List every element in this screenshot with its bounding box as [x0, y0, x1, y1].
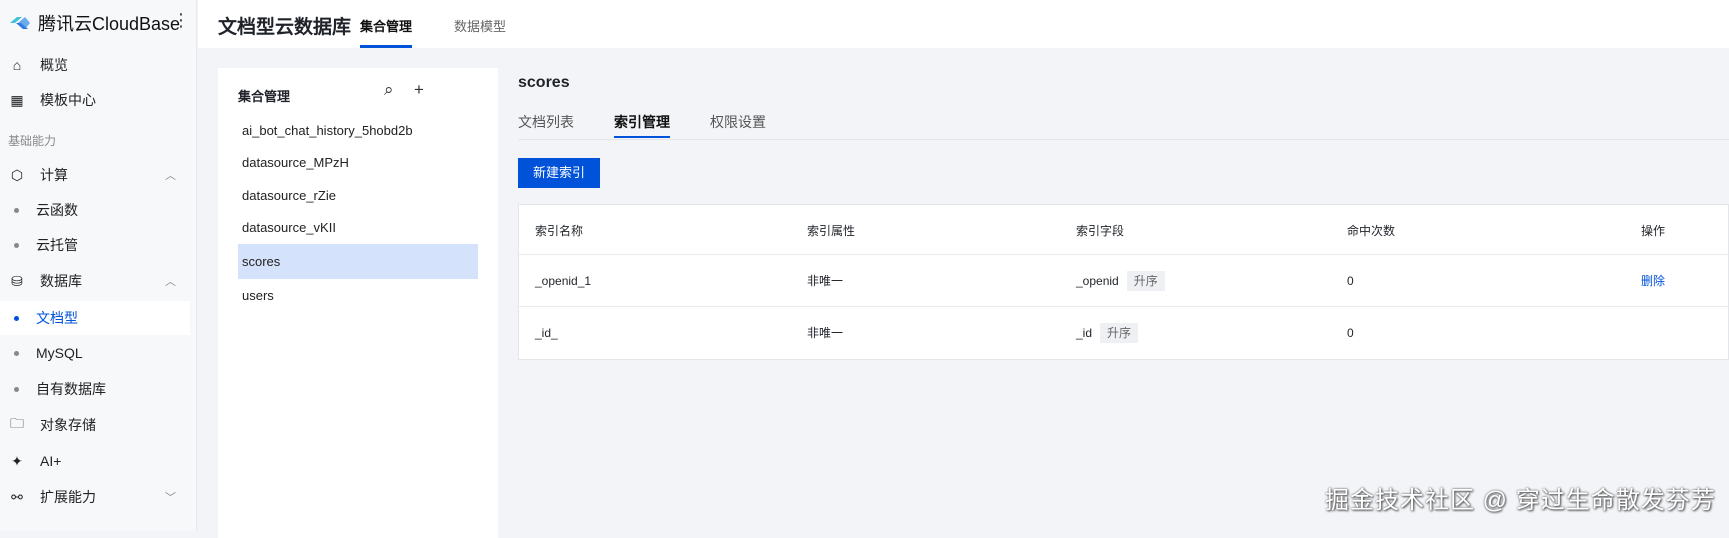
sidebar-item-label: 数据库 — [40, 273, 82, 289]
tab-indexes[interactable]: 索引管理 — [614, 112, 670, 138]
sidebar-item-label: 云托管 — [36, 237, 78, 253]
index-field: _openid 升序 — [1076, 255, 1165, 307]
add-icon[interactable]: + — [414, 80, 424, 100]
order-badge: 升序 — [1100, 323, 1139, 343]
sidebar-item-label: 文档型 — [36, 310, 78, 326]
sidebar-item-extensions[interactable]: ⚯ 扩展能力 ﹀ — [0, 480, 190, 514]
sidebar-item-ai[interactable]: ✦ AI+ — [0, 444, 190, 478]
sidebar-item-label: 计算 — [40, 167, 68, 183]
field-name: _id — [1076, 326, 1093, 340]
index-table: 索引名称 索引属性 索引字段 命中次数 操作 _openid_1 非唯一 _op… — [518, 204, 1729, 360]
collection-item[interactable]: datasource_vKII — [238, 212, 478, 244]
tab-data-model[interactable]: 数据模型 — [454, 16, 506, 35]
watermark: 掘金技术社区 @ 穿过生命散发芬芳 — [1325, 487, 1716, 514]
brand-name: 腾讯云CloudBase — [38, 14, 181, 34]
sidebar-item-label: 模板中心 — [40, 92, 96, 108]
home-icon: ⌂ — [12, 57, 22, 73]
sidebar-item-own-db[interactable]: 自有数据库 — [0, 372, 190, 406]
plug-icon: ⚯ — [11, 488, 23, 505]
search-icon[interactable]: ⌕ — [384, 80, 394, 100]
tab-collections[interactable]: 集合管理 — [360, 16, 413, 48]
tab-documents[interactable]: 文档列表 — [518, 112, 574, 132]
collection-item[interactable]: ai_bot_chat_history_5hobd2b — [238, 115, 478, 147]
sidebar-item-mysql[interactable]: MySQL — [0, 336, 190, 370]
bullet-icon — [14, 242, 19, 248]
sidebar-item-cloudrun[interactable]: 云托管 — [0, 228, 190, 262]
sidebar-item-functions[interactable]: 云函数 — [0, 193, 190, 227]
sidebar-item-label: AI+ — [40, 453, 62, 469]
collection-panel-title: 集合管理 — [238, 89, 291, 104]
column-header: 索引属性 — [807, 224, 856, 238]
collection-item[interactable]: datasource_rZie — [238, 180, 478, 212]
index-name: _id_ — [535, 326, 558, 340]
index-field: _id 升序 — [1076, 307, 1139, 359]
sparkle-icon: ✦ — [11, 452, 23, 469]
sidebar: 腾讯云CloudBase ⋮ ⌂ 概览 ▦ 模板中心 基础能力 ⬡ 计算 ︿ 云函数 云… — [0, 0, 197, 531]
chevron-down-icon: ﹀ — [165, 492, 176, 504]
folder-cloud-icon: 🗀 — [10, 415, 24, 431]
sidebar-item-storage[interactable]: 🗀 对象存储 — [0, 408, 190, 442]
grid-icon: ▦ — [10, 91, 24, 108]
table-row: _openid_1 非唯一 _openid 升序 0 删除 — [519, 255, 1728, 307]
collection-title: scores — [518, 74, 570, 91]
collection-item[interactable]: users — [238, 280, 478, 312]
bullet-icon — [14, 386, 19, 392]
more-icon[interactable]: ⋮ — [172, 10, 190, 31]
compute-icon: ⬡ — [10, 166, 24, 183]
sidebar-item-overview[interactable]: ⌂ 概览 — [0, 48, 190, 82]
index-name: _openid_1 — [535, 274, 592, 288]
sidebar-group-label: 基础能力 — [8, 134, 57, 148]
database-icon: ⛁ — [11, 272, 23, 289]
new-index-button[interactable]: 新建索引 — [518, 158, 600, 188]
sidebar-item-label: 扩展能力 — [40, 489, 96, 505]
detail-tabs: 文档列表 索引管理 权限设置 — [518, 112, 1729, 140]
table-header: 索引名称 索引属性 索引字段 命中次数 操作 — [519, 205, 1728, 255]
sidebar-item-database[interactable]: ⛁ 数据库 ︿ — [0, 264, 190, 298]
field-name: _openid — [1076, 274, 1119, 288]
sidebar-item-label: MySQL — [36, 345, 83, 361]
sidebar-item-label: 概览 — [40, 57, 68, 73]
bullet-icon — [14, 350, 19, 356]
column-header: 索引名称 — [535, 224, 584, 238]
collection-item-selected[interactable]: scores — [238, 244, 478, 279]
top-header: 文档型云数据库 集合管理 数据模型 — [198, 0, 1729, 48]
chevron-up-icon: ︿ — [165, 170, 176, 182]
index-attr: 非唯一 — [807, 274, 844, 288]
page-title: 文档型云数据库 — [218, 17, 352, 38]
sidebar-item-label: 自有数据库 — [36, 381, 106, 397]
cloudbase-logo-icon — [10, 17, 30, 29]
sidebar-item-compute[interactable]: ⬡ 计算 ︿ — [0, 158, 190, 192]
hit-count: 0 — [1347, 326, 1354, 340]
hit-count: 0 — [1347, 274, 1354, 288]
table-row: _id_ 非唯一 _id 升序 0 — [519, 307, 1728, 359]
column-header: 操作 — [1641, 224, 1666, 238]
column-header: 索引字段 — [1076, 224, 1125, 238]
sidebar-item-label: 对象存储 — [40, 417, 96, 433]
collection-panel: 集合管理 ⌕ + ai_bot_chat_history_5hobd2b dat… — [218, 68, 498, 538]
delete-link[interactable]: 删除 — [1641, 255, 1665, 307]
index-attr: 非唯一 — [807, 326, 844, 340]
brand-logo[interactable]: 腾讯云CloudBase — [8, 10, 180, 36]
tab-permissions[interactable]: 权限设置 — [710, 112, 766, 132]
chevron-up-icon: ︿ — [165, 276, 176, 288]
bullet-icon — [14, 315, 19, 321]
sidebar-item-label: 云函数 — [36, 202, 78, 218]
bullet-icon — [14, 207, 19, 213]
sidebar-item-templates[interactable]: ▦ 模板中心 — [0, 83, 190, 117]
collection-item[interactable]: datasource_MPzH — [238, 147, 478, 179]
column-header: 命中次数 — [1347, 224, 1396, 238]
sidebar-item-document-db[interactable]: 文档型 — [0, 301, 190, 335]
order-badge: 升序 — [1126, 271, 1165, 291]
